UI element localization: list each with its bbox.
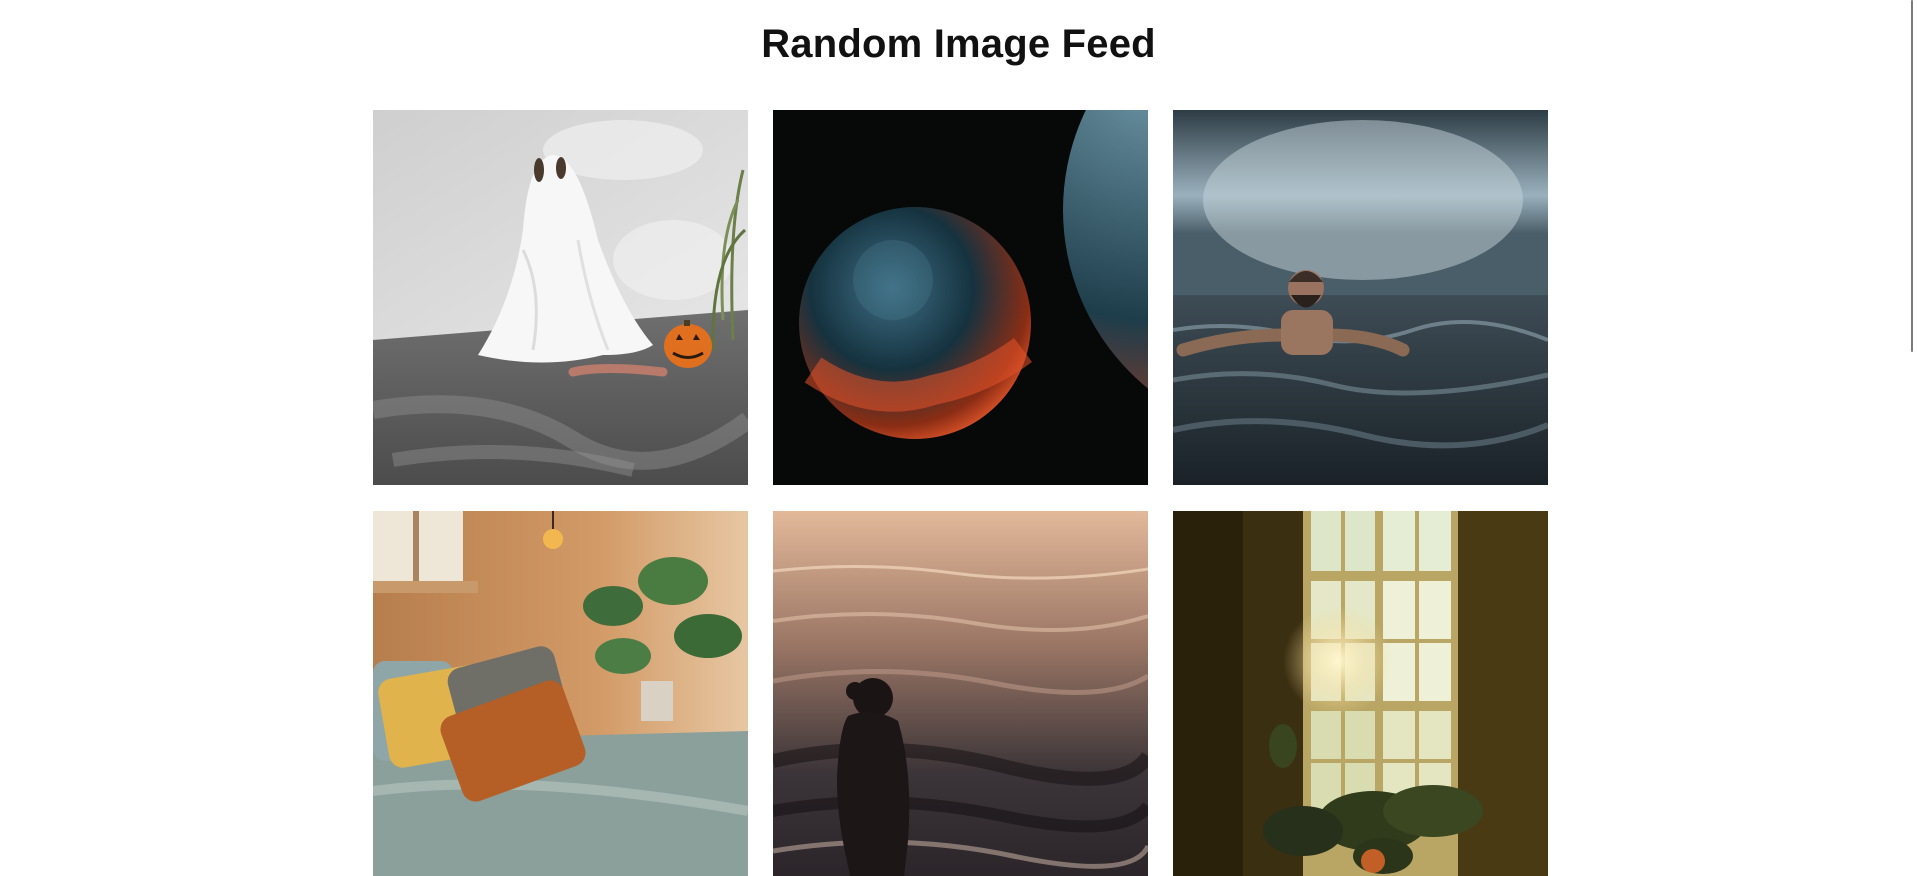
feed-image-sea[interactable] bbox=[773, 511, 1148, 876]
image-grid bbox=[373, 110, 1549, 876]
feed-image-bedroom[interactable] bbox=[373, 511, 748, 876]
window-image bbox=[1173, 511, 1548, 876]
scrollbar-thumb[interactable] bbox=[1911, 0, 1913, 352]
page-title: Random Image Feed bbox=[761, 22, 1156, 66]
planets-image bbox=[773, 110, 1148, 485]
feed-image-ghost[interactable] bbox=[373, 110, 748, 485]
page: Random Image Feed bbox=[0, 0, 1917, 876]
waterfall-image bbox=[1173, 110, 1548, 485]
feed-image-planets[interactable] bbox=[773, 110, 1148, 485]
sea-image bbox=[773, 511, 1148, 876]
scrollbar[interactable] bbox=[1903, 0, 1917, 876]
feed-image-waterfall[interactable] bbox=[1173, 110, 1548, 485]
bedroom-image bbox=[373, 511, 748, 876]
ghost-image bbox=[373, 110, 748, 485]
feed-image-window[interactable] bbox=[1173, 511, 1548, 876]
